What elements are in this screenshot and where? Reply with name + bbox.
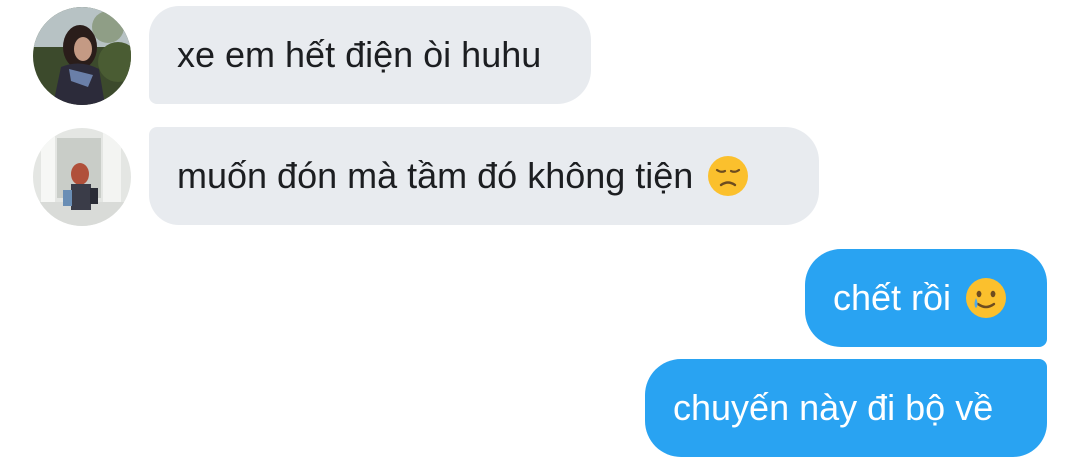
chat-thread: xe em hết điện òi huhu muốn đón mà tầm đ…: [0, 0, 1080, 460]
message-text: chết rồi: [833, 277, 952, 318]
message-text: xe em hết điện òi huhu: [177, 34, 542, 75]
incoming-message-bubble[interactable]: muốn đón mà tầm đó không tiện: [149, 127, 819, 225]
incoming-message-bubble[interactable]: xe em hết điện òi huhu: [149, 6, 591, 104]
message-text: muốn đón mà tầm đó không tiện: [177, 155, 694, 196]
contact-avatar[interactable]: [33, 128, 131, 226]
disappointed-face-icon: [707, 155, 749, 197]
contact-avatar-photo: [33, 128, 131, 226]
message-text: chuyến này đi bộ về: [673, 387, 994, 428]
smiling-face-with-tear-icon: [965, 277, 1007, 319]
contact-avatar-photo: [33, 7, 131, 105]
outgoing-message-bubble[interactable]: chết rồi: [805, 249, 1047, 347]
contact-avatar[interactable]: [33, 7, 131, 105]
outgoing-message-bubble[interactable]: chuyến này đi bộ về: [645, 359, 1047, 457]
